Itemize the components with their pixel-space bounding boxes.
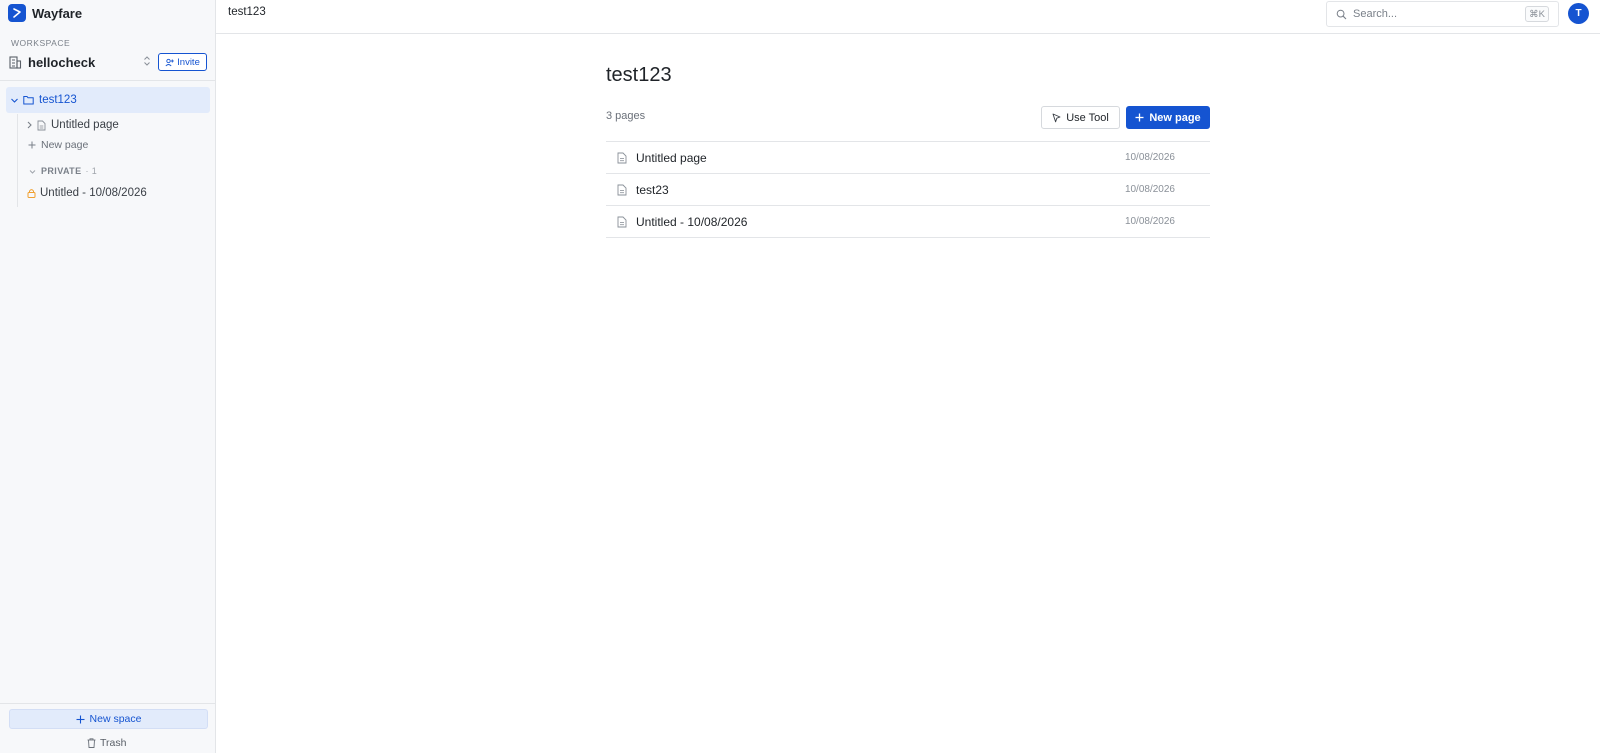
sidebar-item-test123[interactable]: test123 <box>6 87 210 113</box>
document-icon <box>617 152 627 164</box>
use-tool-button[interactable]: Use Tool <box>1041 106 1120 129</box>
list-item[interactable]: Untitled page 10/08/2026 <box>606 142 1210 174</box>
brand[interactable]: Wayfare <box>8 3 82 23</box>
private-section-count: · 1 <box>85 166 98 176</box>
user-plus-icon <box>165 58 174 67</box>
private-section-title: PRIVATE <box>41 166 82 176</box>
sidebar-item-label: test123 <box>39 94 77 106</box>
trash-icon <box>87 738 96 748</box>
workspace-name: hellocheck <box>28 54 96 70</box>
search-icon <box>1336 9 1347 20</box>
document-icon <box>37 120 46 131</box>
document-icon <box>617 216 627 228</box>
plus-icon <box>28 141 36 149</box>
document-icon <box>617 184 627 196</box>
list-item[interactable]: test23 10/08/2026 <box>606 174 1210 206</box>
sidebar-divider <box>0 80 215 81</box>
page-row-title: test23 <box>636 182 669 197</box>
avatar[interactable]: T <box>1568 3 1589 24</box>
page-row-date: 10/08/2026 <box>1124 216 1175 227</box>
plus-icon <box>76 715 85 724</box>
tree-guide-line <box>17 114 18 207</box>
page-list: Untitled page 10/08/2026 test23 10/08/20… <box>606 141 1210 238</box>
page-row-title: Untitled - 10/08/2026 <box>636 214 748 229</box>
chevron-up-down-icon[interactable] <box>143 55 151 67</box>
lock-icon <box>27 188 36 198</box>
search-input[interactable] <box>1353 8 1523 20</box>
page-row-date: 10/08/2026 <box>1124 152 1175 163</box>
chevron-down-icon[interactable] <box>10 96 19 105</box>
breadcrumb[interactable]: test123 <box>228 6 266 18</box>
sidebar-item-label: Untitled - 10/08/2026 <box>40 187 147 199</box>
new-page-label: New page <box>1149 111 1201 124</box>
sidebar-item-untitled-page[interactable]: Untitled page <box>26 116 119 134</box>
sidebar-footer-divider <box>0 703 215 704</box>
new-page-button[interactable]: New page <box>1126 106 1210 129</box>
sidebar-new-page-button[interactable]: New page <box>28 137 88 153</box>
new-page-label: New page <box>41 139 89 151</box>
private-section-header[interactable]: PRIVATE · 1 <box>29 164 97 178</box>
search-shortcut-badge: ⌘K <box>1525 6 1549 22</box>
plus-icon <box>1135 113 1144 122</box>
workspace-switcher[interactable]: hellocheck Invite <box>8 52 208 72</box>
page-row-title: Untitled page <box>636 150 707 165</box>
folder-icon <box>23 95 34 105</box>
use-tool-label: Use Tool <box>1066 111 1109 124</box>
trash-button[interactable]: Trash <box>87 735 126 751</box>
page-count: 3 pages <box>606 110 646 122</box>
invite-button[interactable]: Invite <box>158 53 207 71</box>
wayfare-logo-icon <box>8 4 26 22</box>
app-name: Wayfare <box>32 5 83 21</box>
workspace-section-label: WORKSPACE <box>11 38 71 48</box>
trash-label: Trash <box>100 737 127 749</box>
chevron-down-icon[interactable] <box>29 168 36 175</box>
new-space-label: New space <box>89 713 142 725</box>
invite-label: Invite <box>177 56 200 68</box>
sidebar-item-private-untitled[interactable]: Untitled - 10/08/2026 <box>27 184 147 202</box>
building-icon <box>8 55 22 69</box>
search-box[interactable]: ⌘K <box>1326 1 1559 27</box>
list-item[interactable]: Untitled - 10/08/2026 10/08/2026 <box>606 206 1210 238</box>
chevron-right-icon[interactable] <box>26 121 33 129</box>
page-row-date: 10/08/2026 <box>1124 184 1175 195</box>
cursor-icon <box>1052 113 1061 123</box>
topbar: test123 ⌘K T <box>216 0 1600 34</box>
sidebar: Wayfare WORKSPACE hellocheck Invite test… <box>0 0 216 753</box>
sidebar-item-label: Untitled page <box>51 119 119 131</box>
new-space-button[interactable]: New space <box>9 709 208 729</box>
page-title: test123 <box>606 64 672 86</box>
